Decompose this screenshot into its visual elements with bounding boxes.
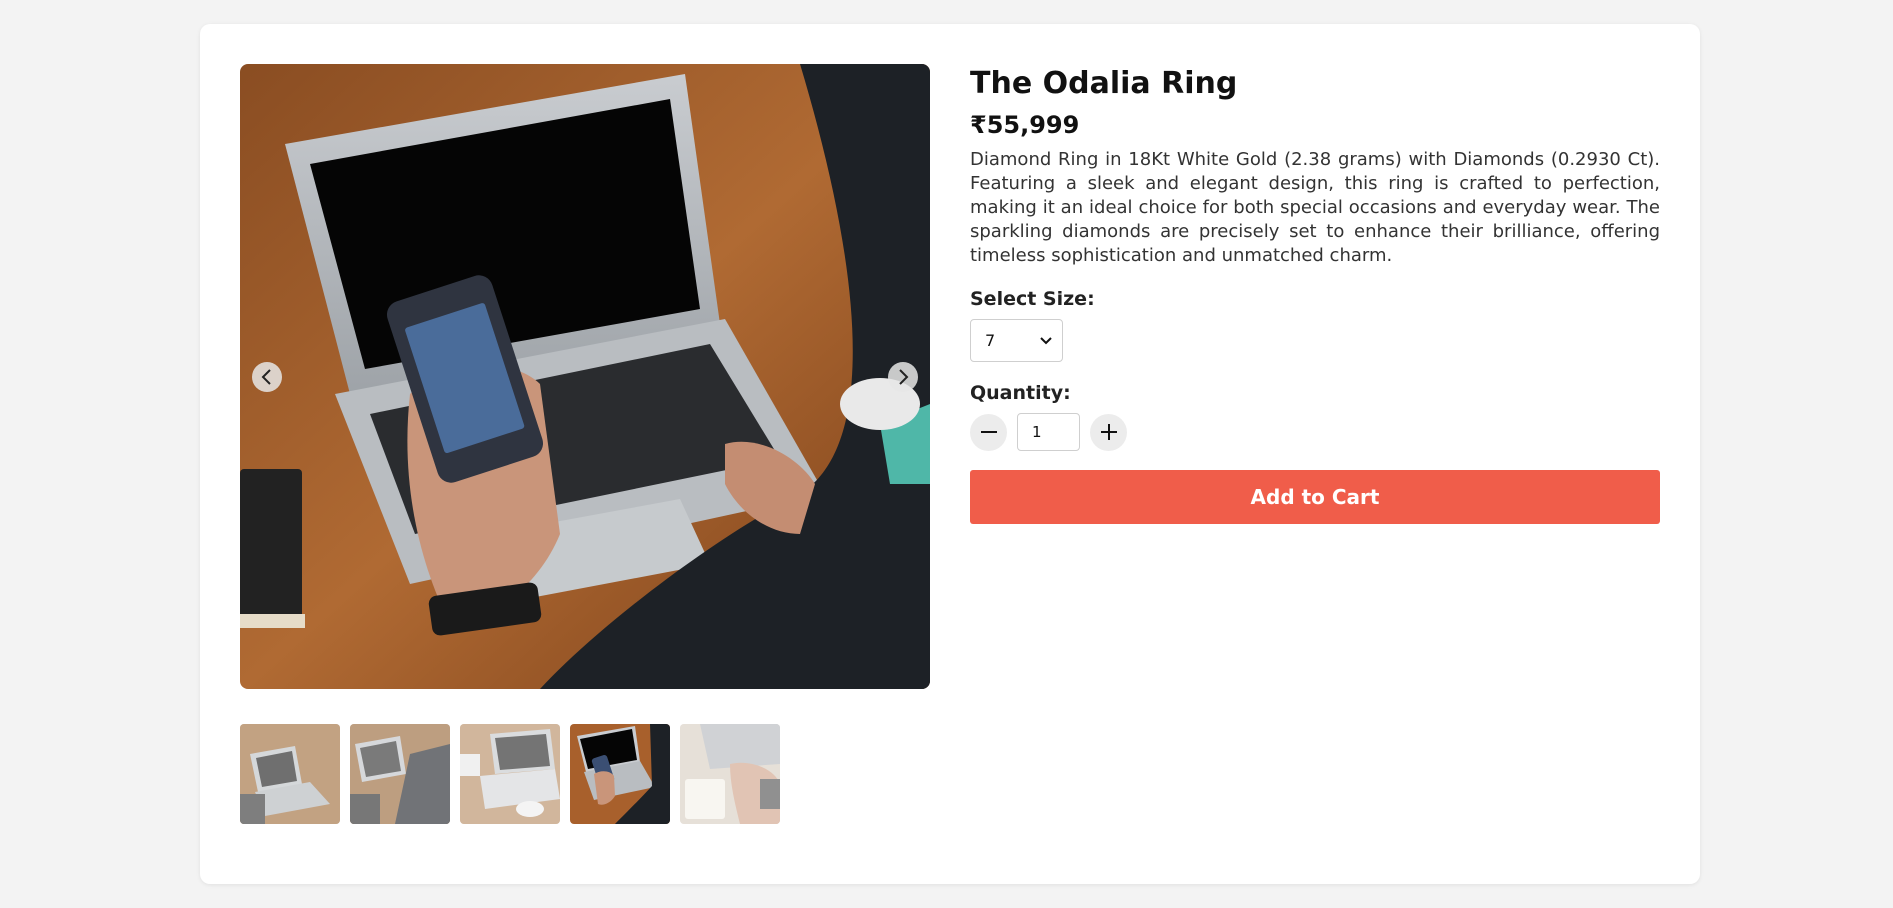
- size-select-value: 7: [985, 331, 996, 350]
- chevron-down-icon: [1040, 336, 1052, 344]
- quantity-label: Quantity:: [970, 382, 1071, 404]
- thumbnail[interactable]: [680, 724, 780, 824]
- main-product-image: [240, 64, 930, 689]
- chevron-right-icon: [899, 368, 909, 385]
- plus-icon: [1100, 424, 1117, 440]
- product-card: The Odalia Ring ₹55,999 Diamond Ring in …: [200, 24, 1700, 884]
- thumbnail[interactable]: [240, 724, 340, 824]
- minus-icon: [980, 431, 997, 433]
- decrease-quantity-button[interactable]: [970, 413, 1007, 451]
- thumbnail[interactable]: [350, 724, 450, 824]
- next-image-button[interactable]: [888, 361, 918, 392]
- size-select[interactable]: 7: [970, 319, 1063, 362]
- size-label: Select Size:: [970, 288, 1095, 310]
- product-title: The Odalia Ring: [970, 66, 1238, 101]
- product-info: The Odalia Ring ₹55,999 Diamond Ring in …: [970, 64, 1660, 524]
- add-to-cart-button[interactable]: Add to Cart: [970, 470, 1660, 524]
- prev-image-button[interactable]: [252, 361, 282, 392]
- product-price: ₹55,999: [970, 111, 1080, 139]
- quantity-stepper: [970, 413, 1660, 451]
- thumbnail-active[interactable]: [570, 724, 670, 824]
- quantity-input[interactable]: [1017, 413, 1080, 451]
- increase-quantity-button[interactable]: [1090, 413, 1127, 451]
- chevron-left-icon: [261, 368, 271, 385]
- product-description: Diamond Ring in 18Kt White Gold (2.38 gr…: [970, 149, 1660, 266]
- thumbnail[interactable]: [460, 724, 560, 824]
- thumbnail-strip: [240, 724, 780, 824]
